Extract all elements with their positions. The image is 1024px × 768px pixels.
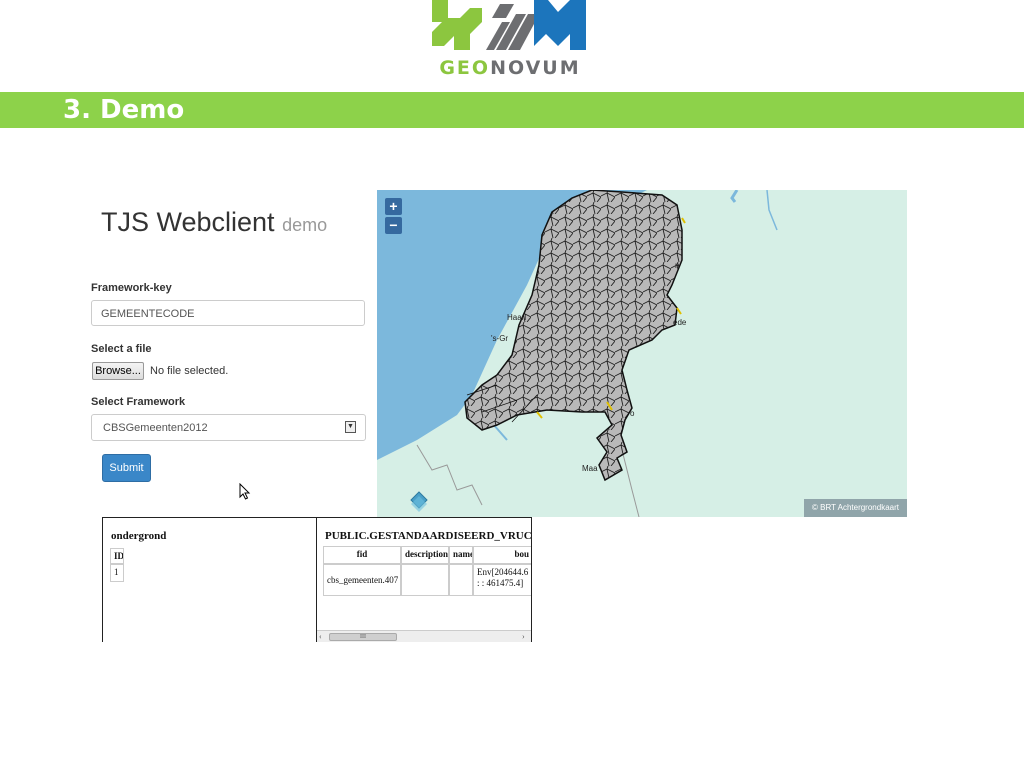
file-status-text: No file selected.: [150, 365, 229, 377]
map-attribution: © BRT Achtergrondkaart: [804, 499, 907, 517]
logo-text-novum: NOVUM: [490, 57, 581, 79]
map-label-place: 's-Gr: [491, 334, 509, 343]
table-cell: [401, 564, 449, 596]
table-cell: cbs_gemeenten.407: [323, 564, 401, 596]
feature-panel-ondergrond: ondergrond ID 1: [102, 517, 317, 642]
submit-button[interactable]: Submit: [102, 454, 151, 482]
map-label-place: ede: [673, 318, 687, 327]
dropdown-arrow-icon[interactable]: ▼: [345, 421, 356, 433]
geonovum-logo: GEONOVUM: [430, 0, 590, 82]
logo-wordmark: GEONOVUM: [430, 57, 590, 79]
table-header-cell: ID: [110, 548, 124, 564]
map-label-place: o: [630, 409, 635, 418]
horizontal-scrollbar[interactable]: ‹ III ›: [317, 630, 531, 642]
map-view[interactable]: Haarl 's-Gr ede Maa n o: [377, 190, 907, 517]
app-title: TJS Webclient demo: [101, 205, 327, 242]
scroll-right-icon[interactable]: ›: [522, 632, 525, 641]
geonovum-logo-mark: [432, 0, 586, 50]
framework-label: Select Framework: [91, 396, 186, 408]
table-cell: 1: [110, 564, 124, 582]
layer-switcher-icon[interactable]: [410, 491, 428, 512]
framework-select[interactable]: CBSGemeenten2012: [91, 414, 366, 441]
map-label-place: Haarl: [507, 313, 527, 322]
browse-button[interactable]: Browse...: [92, 362, 144, 380]
framework-key-input[interactable]: GEMEENTECODE: [91, 300, 365, 326]
app-title-suffix: demo: [282, 215, 328, 235]
zoom-in-button[interactable]: +: [385, 198, 402, 215]
logo-text-geo: GEO: [439, 57, 491, 79]
panel-title: PUBLIC.GESTANDAARDISEERD_VRUCHTBA: [325, 530, 532, 542]
table-cell: [449, 564, 473, 596]
table-header-cell: fid: [323, 546, 401, 564]
panel-title: ondergrond: [111, 530, 167, 542]
table-cell: Env[204644.6 : : 461475.4]: [473, 564, 531, 596]
table-header-cell: description: [401, 546, 449, 564]
table-header-cell: name: [449, 546, 473, 564]
zoom-out-button[interactable]: −: [385, 217, 402, 234]
mouse-cursor-icon: [239, 483, 251, 500]
slide-title: 3. Demo: [63, 95, 185, 125]
map-label-place: n: [675, 261, 680, 270]
map-label-place: Maa: [582, 464, 598, 473]
scroll-left-icon[interactable]: ‹: [319, 632, 322, 641]
map-canvas[interactable]: [377, 190, 907, 517]
app-title-main: TJS Webclient: [101, 207, 275, 237]
framework-key-label: Framework-key: [91, 282, 172, 294]
file-label: Select a file: [91, 343, 152, 355]
table-header-cell: bou: [473, 546, 531, 564]
feature-panel-public: PUBLIC.GESTANDAARDISEERD_VRUCHTBA fid de…: [317, 517, 532, 642]
scrollbar-thumb[interactable]: III: [329, 633, 397, 641]
